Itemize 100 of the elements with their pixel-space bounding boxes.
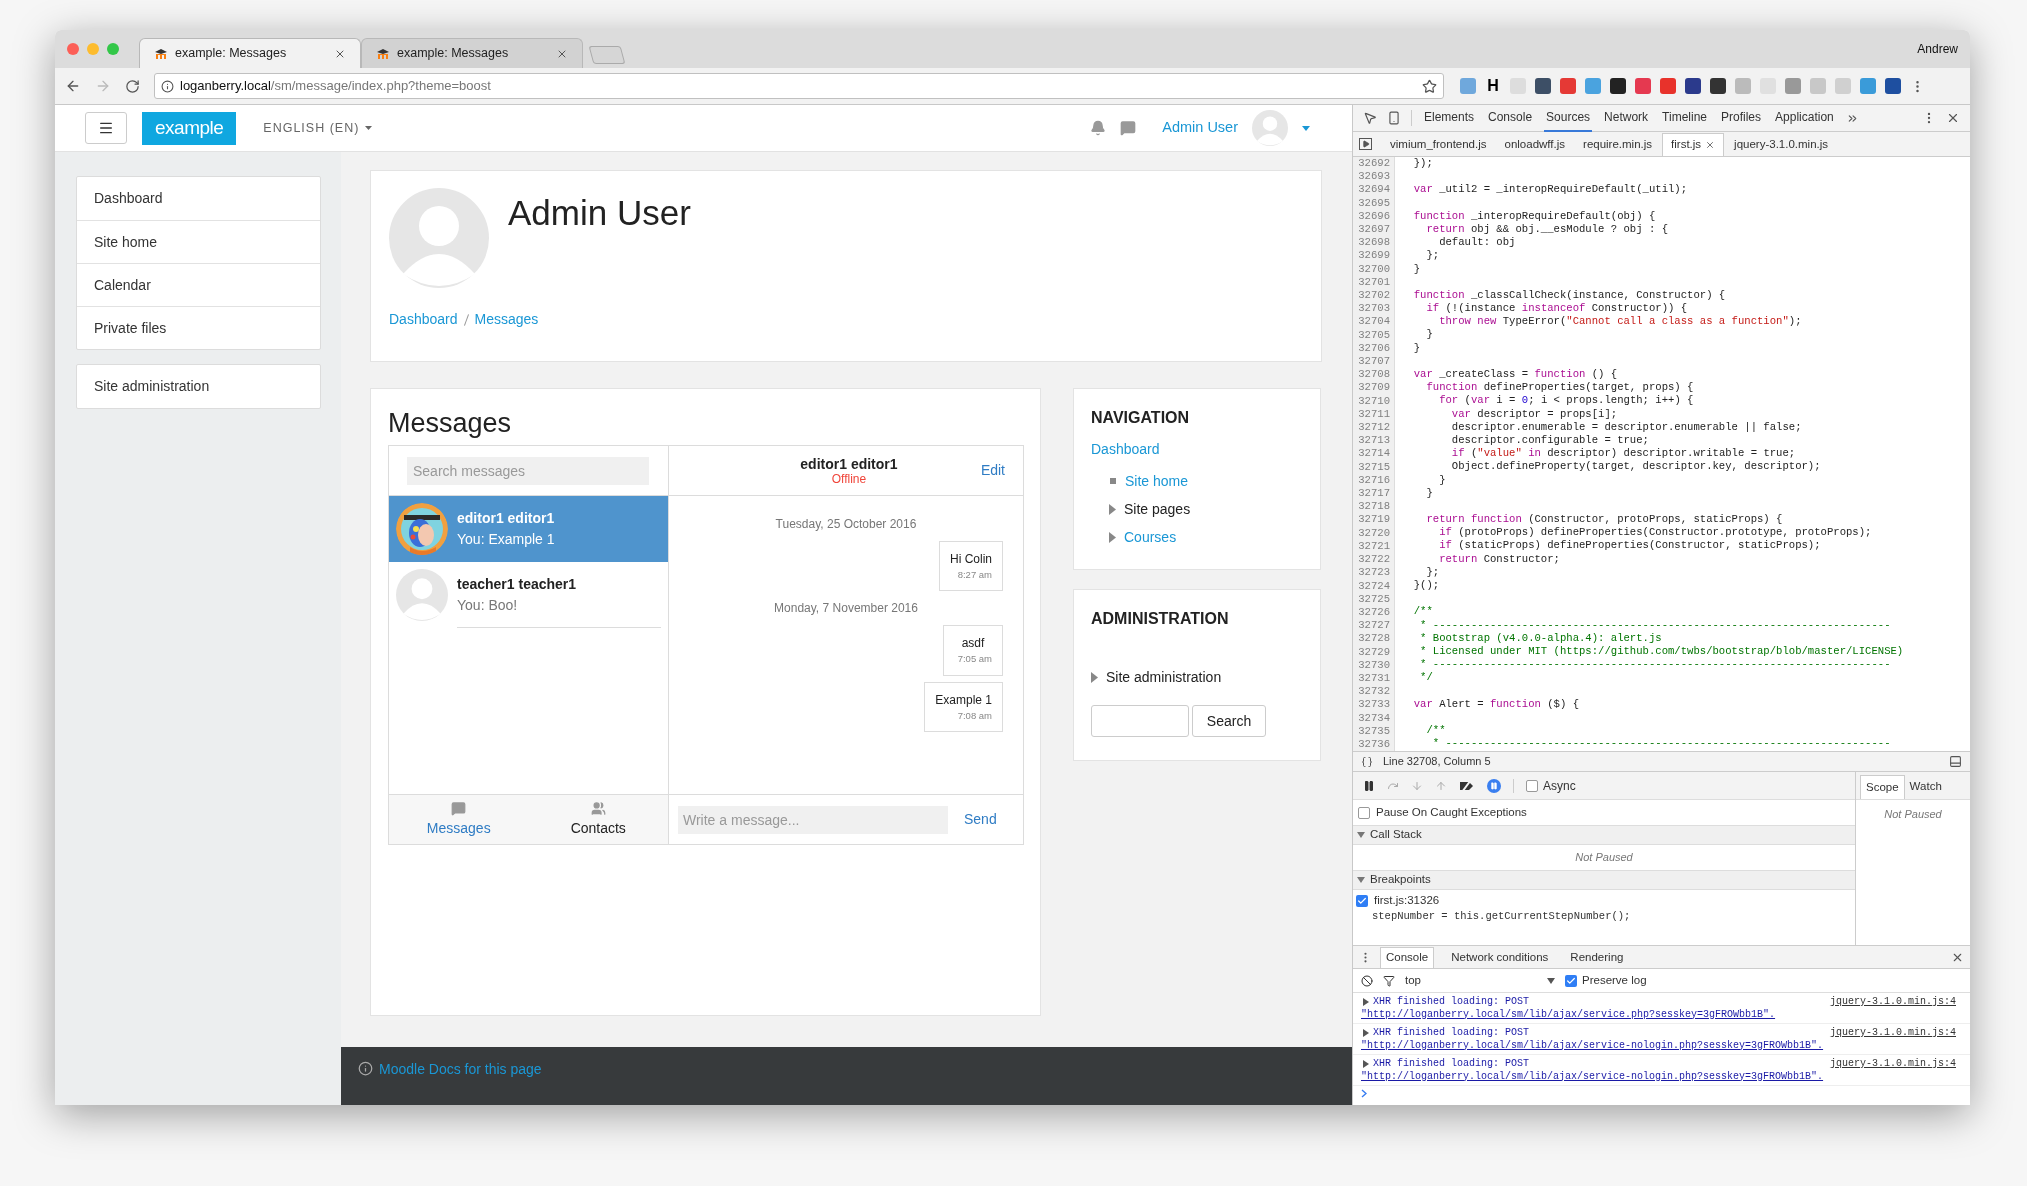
navigator-toggle-icon[interactable]	[1359, 138, 1372, 150]
devtools-tab[interactable]: Timeline	[1660, 104, 1709, 132]
call-stack-status: Not Paused	[1575, 850, 1633, 866]
devtools-tab[interactable]: Profiles	[1719, 104, 1764, 132]
log-url[interactable]: "http://loganberry.local/sm/lib/ajax/service.php?sesskey=3gFROWbb1B".	[1359, 1008, 1964, 1021]
nav-item[interactable]: Site administration	[1106, 666, 1222, 688]
search-button[interactable]: Search	[1192, 705, 1266, 737]
pretty-print-icon[interactable]	[1361, 755, 1373, 768]
clear-console-icon[interactable]	[1361, 974, 1373, 987]
message-preview: You: Boo!	[457, 595, 519, 615]
disclosure-triangle-icon	[1357, 832, 1365, 838]
preserve-log-checkbox[interactable]	[1565, 974, 1577, 987]
devtools-tab[interactable]: Network	[1602, 104, 1651, 132]
sidebar-item[interactable]: Site administration	[77, 365, 320, 408]
log-source-link[interactable]: jquery-3.1.0.min.js:4	[1829, 1058, 1964, 1071]
tab-title: example: Messages	[175, 45, 288, 63]
browser-tab[interactable]: example: Messages	[139, 38, 361, 68]
reload-icon[interactable]	[125, 78, 140, 94]
send-button[interactable]: Send	[964, 809, 997, 830]
sidebar-item[interactable]: Dashboard	[77, 177, 320, 220]
code-line: function defineProperties(target, props) {	[1425, 381, 1695, 395]
edit-link[interactable]: Edit	[980, 460, 1005, 481]
code-line: function _interopRequireDefault(obj) {	[1412, 209, 1657, 223]
devtools-tab[interactable]: Application	[1773, 104, 1836, 132]
expand-icon[interactable]	[1109, 503, 1116, 515]
device-toolbar-icon[interactable]	[1387, 111, 1401, 125]
line-number: 32719	[1358, 513, 1390, 527]
log-url[interactable]: "http://loganberry.local/sm/lib/ajax/service-nologin.php?sesskey=3gFROWbb1B".	[1359, 1039, 1964, 1052]
caret-icon[interactable]	[1302, 125, 1310, 131]
close-icon[interactable]	[1946, 111, 1960, 125]
code-line: return function (Constructor, protoProps, staticProps) {	[1425, 513, 1784, 527]
drawer-tab[interactable]: Rendering	[1565, 947, 1629, 968]
file-tab[interactable]: jquery-3.1.0.min.js	[1726, 133, 1837, 156]
call-stack-header[interactable]: Call Stack	[1353, 826, 1855, 845]
breakpoint-checkbox[interactable]	[1356, 895, 1368, 907]
search-field[interactable]: Search messages	[407, 456, 649, 485]
sidebar-item[interactable]: Site home	[77, 220, 320, 263]
file-tab[interactable]: require.min.js	[1575, 133, 1661, 156]
line-number: 32716	[1358, 473, 1390, 488]
log-url[interactable]: "http://loganberry.local/sm/lib/ajax/service-nologin.php?sesskey=3gFROWbb1B".	[1359, 1070, 1964, 1083]
messages-tab[interactable]: Contacts	[528, 795, 668, 844]
filter-icon[interactable]	[1383, 974, 1395, 987]
inspect-icon[interactable]	[1363, 111, 1377, 125]
expand-icon[interactable]	[1091, 671, 1098, 683]
deactivate-breakpoints-icon[interactable]	[1459, 779, 1475, 792]
back-icon[interactable]	[65, 78, 81, 94]
line-number: 32728	[1358, 632, 1390, 646]
toggle-drawer-icon[interactable]	[1949, 755, 1962, 768]
file-tab[interactable]: vimium_frontend.js	[1382, 133, 1495, 156]
log-source-link[interactable]: jquery-3.1.0.min.js:4	[1829, 996, 1964, 1009]
sidebar-tab[interactable]: Watch	[1904, 775, 1947, 799]
docs-link[interactable]: Moodle Docs for this page	[379, 1059, 542, 1080]
address-bar[interactable]: loganberry.local/sm/message/index.php?theme=boost	[154, 73, 1444, 99]
messages-tab[interactable]: Messages	[389, 795, 529, 844]
file-tab[interactable]: first.js	[1662, 133, 1725, 156]
extension-icon[interactable]	[1610, 78, 1626, 94]
context-select[interactable]: top	[1405, 971, 1555, 990]
log-source-link[interactable]: jquery-3.1.0.min.js:4	[1829, 1027, 1964, 1040]
bookmark-star-icon[interactable]	[1422, 78, 1437, 94]
message-text: asdf	[961, 635, 985, 653]
expand-icon[interactable]	[1363, 998, 1369, 1007]
close-file-icon[interactable]	[1705, 140, 1716, 150]
extension-icon[interactable]	[1535, 78, 1551, 94]
language-menu[interactable]: ENGLISH (EN)	[263, 118, 373, 138]
drawer-tab[interactable]: Console	[1380, 947, 1435, 968]
menu-button[interactable]	[85, 112, 127, 144]
pause-icon[interactable]	[1363, 779, 1375, 792]
breakpoints-header[interactable]: Breakpoints	[1353, 871, 1855, 890]
notifications-icon[interactable]	[1090, 120, 1107, 136]
expand-icon[interactable]	[1363, 1060, 1369, 1069]
nav-item[interactable]: Site pages	[1124, 498, 1191, 520]
devtools-tab[interactable]: Elements	[1422, 104, 1477, 132]
line-number: 32736	[1358, 737, 1390, 751]
extension-icon[interactable]	[1885, 78, 1901, 94]
line-number: 32696	[1358, 209, 1390, 223]
sidebar-item[interactable]: Calendar	[77, 263, 320, 306]
expand-icon[interactable]	[1363, 1029, 1369, 1038]
messages-icon[interactable]	[1120, 120, 1137, 136]
devtools-tab[interactable]: Console	[1486, 104, 1535, 132]
browser-tab[interactable]: example: Messages	[361, 38, 583, 68]
pause-on-exceptions-icon[interactable]	[1487, 778, 1501, 793]
site-info-icon[interactable]	[161, 79, 174, 93]
tab-icon	[376, 47, 390, 60]
code-line: * ------------------------------------------------------------------------	[1419, 618, 1892, 632]
sidebar-tab[interactable]: Scope	[1860, 775, 1905, 799]
code-line: }();	[1412, 579, 1441, 593]
profile-name[interactable]: Andrew	[1917, 40, 1958, 58]
admin-search-field[interactable]	[1091, 705, 1189, 737]
drawer-tab[interactable]: Network conditions	[1446, 947, 1554, 968]
async-checkbox[interactable]	[1526, 779, 1538, 792]
pause-caught-checkbox[interactable]	[1358, 806, 1370, 819]
extension-icon[interactable]	[1710, 78, 1726, 94]
extension-icon[interactable]	[1685, 78, 1701, 94]
message-text: Example 1	[935, 691, 992, 709]
expand-icon[interactable]	[1109, 531, 1116, 543]
sidebar-item[interactable]: Private files	[77, 306, 320, 349]
close-window-icon[interactable]	[67, 43, 79, 55]
file-tab[interactable]: onloadwff.js	[1496, 133, 1574, 156]
message-input[interactable]: Write a message...	[678, 805, 948, 834]
extension-icon[interactable]: H	[1485, 78, 1501, 94]
